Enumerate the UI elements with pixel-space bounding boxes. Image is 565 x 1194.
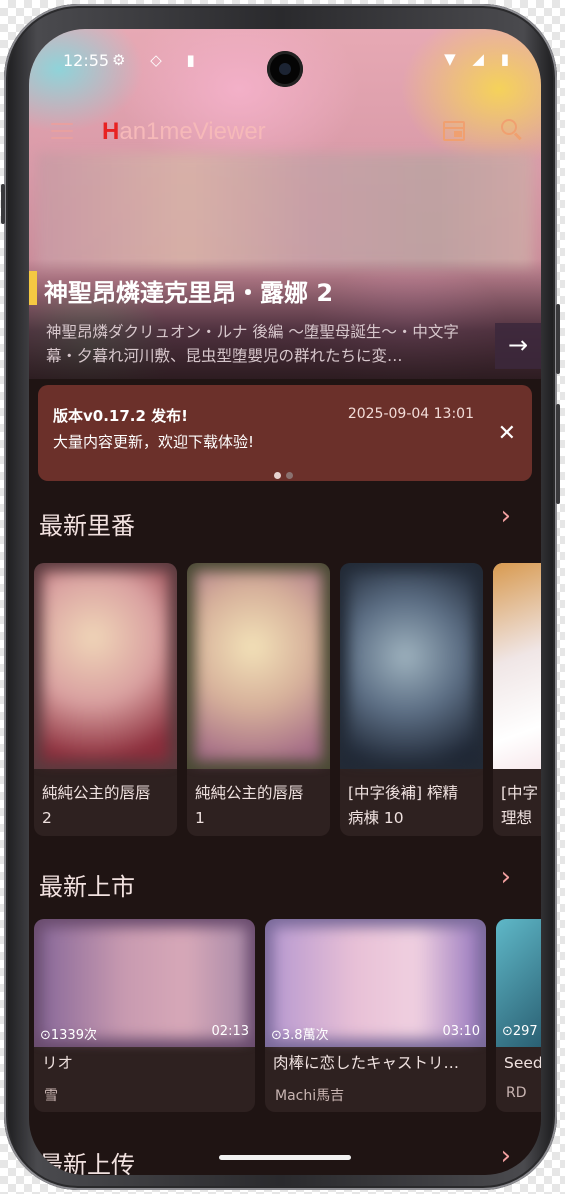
status-time: 12:55 (63, 51, 110, 70)
search-icon[interactable] (501, 119, 523, 141)
video-title: [中字後補] 榨精 病棟 10 (348, 784, 459, 827)
app-title-rest: an1meViewer (119, 118, 266, 145)
video-card[interactable]: 純純公主的唇唇 2 (34, 563, 177, 836)
carousel-indicator (274, 464, 298, 483)
menu-icon[interactable] (51, 123, 73, 141)
section-title-new-releases[interactable]: 最新上市 (39, 867, 135, 902)
video-thumbnail (187, 563, 330, 769)
video-title: Seed (504, 1054, 541, 1072)
arrow-right-icon[interactable]: → (495, 323, 541, 369)
video-title: リオ (42, 1054, 74, 1072)
side-button (1, 184, 5, 224)
video-author: 雪 (44, 1088, 58, 1104)
video-card[interactable]: [中字後補] 榨精 病棟 10 (340, 563, 483, 836)
status-notification-icons: ⚙ ◇ ▮ (112, 51, 205, 69)
phone-frame: 12:55 ⚙ ◇ ▮ ▼ ◢ ▮ Han1meViewer 神聖昂燐達克里昂・… (1, 4, 560, 1190)
hero-banner[interactable]: 12:55 ⚙ ◇ ▮ ▼ ◢ ▮ Han1meViewer 神聖昂燐達克里昂・… (29, 29, 541, 379)
front-camera (267, 51, 303, 87)
carousel-dot (286, 472, 293, 479)
video-card[interactable]: ⊙3.8萬次 03:10 肉棒に恋したキャストリ… Machi馬吉 (265, 919, 486, 1112)
top-app-bar: Han1meViewer (29, 113, 541, 153)
status-system-icons: ▼ ◢ ▮ (444, 50, 515, 68)
notice-date: 2025-09-04 13:01 (347, 406, 474, 422)
view-count: ⊙297 (502, 1024, 538, 1039)
side-button (556, 304, 560, 374)
video-author: RD (506, 1085, 527, 1101)
app-screen: 12:55 ⚙ ◇ ▮ ▼ ◢ ▮ Han1meViewer 神聖昂燐達克里昂・… (29, 29, 541, 1175)
video-duration: 02:13 (211, 1024, 249, 1039)
home-indicator[interactable] (219, 1155, 351, 1160)
chevron-right-icon[interactable]: › (501, 1141, 511, 1171)
video-author: Machi馬吉 (275, 1088, 345, 1104)
video-thumbnail (493, 563, 541, 769)
video-title: 純純公主的唇唇 1 (195, 784, 304, 827)
video-thumbnail (340, 563, 483, 769)
chevron-right-icon[interactable]: › (501, 862, 511, 892)
video-card[interactable]: ⊙1339次 02:13 リオ 雪 (34, 919, 255, 1112)
section-title-latest-uploads[interactable]: 最新上传 (39, 1145, 135, 1175)
carousel-dot-active (274, 472, 281, 479)
video-title: 肉棒に恋したキャストリ… (273, 1054, 460, 1072)
video-duration: 03:10 (442, 1024, 480, 1039)
video-title: 純純公主的唇唇 2 (42, 784, 151, 827)
video-card[interactable]: ⊙297 Seed RD (496, 919, 541, 1112)
hero-title-accent (29, 271, 37, 305)
video-card[interactable]: 純純公主的唇唇 1 (187, 563, 330, 836)
view-count: ⊙3.8萬次 (271, 1028, 329, 1043)
video-thumbnail (34, 563, 177, 769)
app-title-initial: H (102, 118, 120, 145)
close-icon[interactable]: ✕ (498, 421, 516, 446)
side-button (556, 404, 560, 504)
notice-body: 大量内容更新，欢迎下载体验! (53, 433, 255, 451)
calendar-icon[interactable] (443, 121, 465, 141)
hero-preview-image (37, 153, 533, 269)
video-card[interactable]: [中字 理想 (493, 563, 541, 836)
hero-title: 神聖昂燐達克里昂・露娜 2 (44, 279, 334, 307)
view-count: ⊙1339次 (40, 1028, 97, 1043)
notice-title: 版本v0.17.2 发布! (53, 407, 188, 425)
app-title: Han1meViewer (102, 118, 266, 146)
chevron-right-icon[interactable]: › (501, 501, 511, 531)
video-title: [中字 理想 (501, 784, 539, 827)
section-title-latest-hentai[interactable]: 最新里番 (39, 506, 135, 541)
hero-description: 神聖昂燐ダクリュオン・ルナ 後編 〜堕聖母誕生〜・中文字幕・夕暮れ河川敷、昆虫型… (46, 323, 459, 365)
